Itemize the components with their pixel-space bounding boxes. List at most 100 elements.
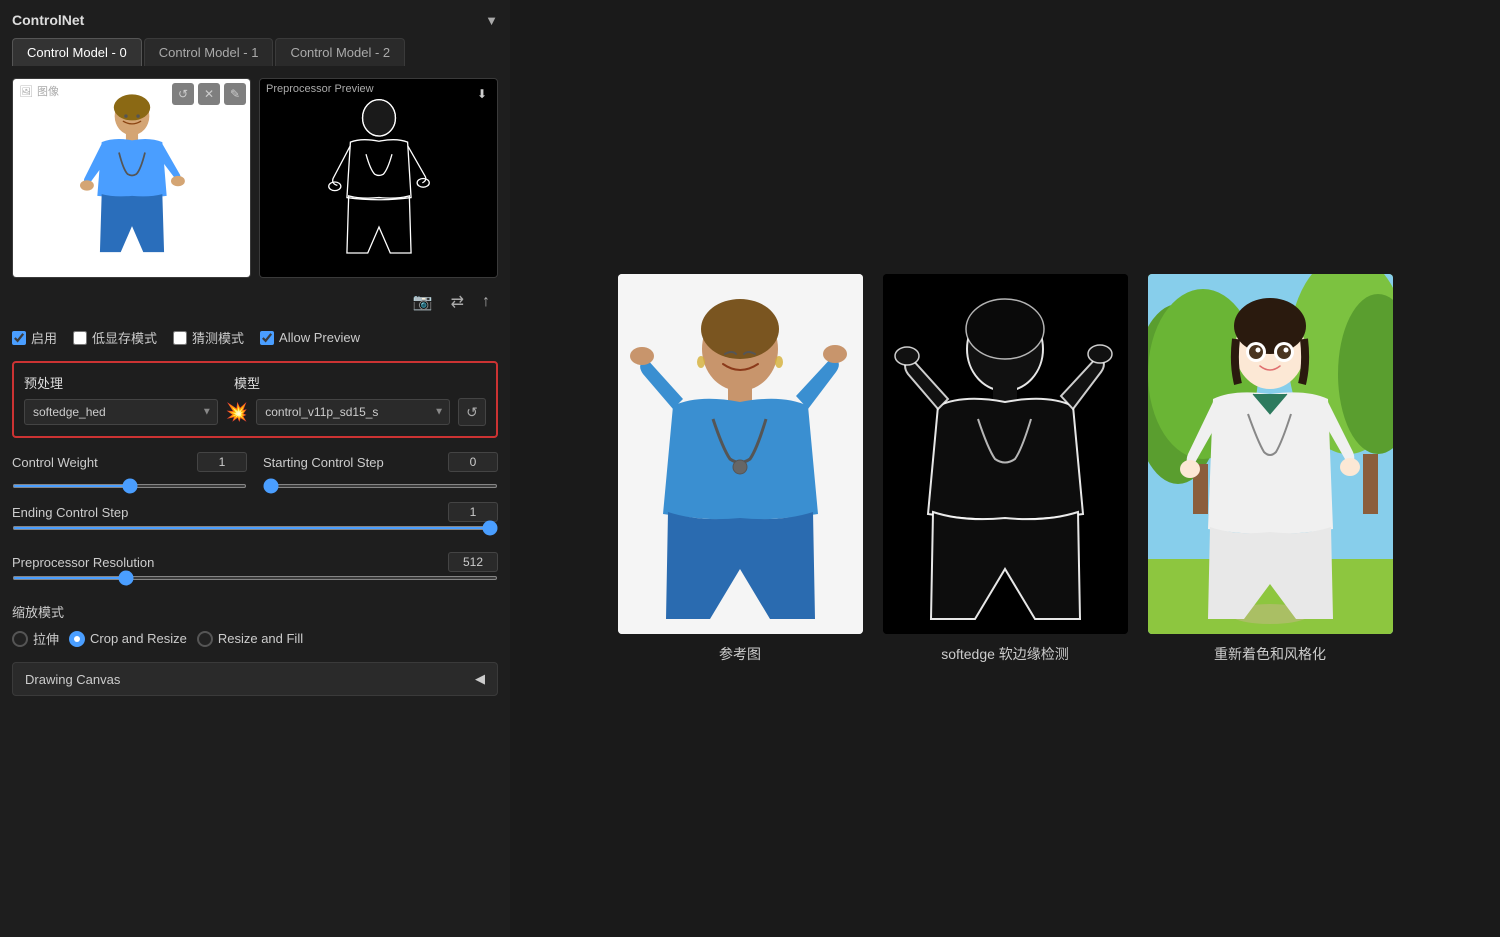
starting-step-section: Starting Control Step 0 xyxy=(263,452,498,498)
source-nurse-image xyxy=(13,79,250,277)
radio-resize-fill-label: Resize and Fill xyxy=(218,631,303,646)
outline-svg xyxy=(314,86,444,271)
model-select[interactable]: control_v11p_sd15_s control_v11p_sd15_so… xyxy=(256,399,450,425)
enable-checkbox-item[interactable]: 启用 xyxy=(12,328,57,347)
run-preprocessor-btn[interactable]: 💥 xyxy=(226,402,248,423)
gallery-image-1 xyxy=(883,274,1128,634)
source-image-box: 🖼 图像 ↺ ✕ ✎ xyxy=(12,78,251,278)
low-vram-checkbox[interactable] xyxy=(73,331,87,345)
scale-mode-radio-row: 拉伸 Crop and Resize Resize and Fill xyxy=(12,629,498,648)
gallery-image-2 xyxy=(1148,274,1393,634)
upload-btn[interactable]: ↑ xyxy=(478,288,494,316)
gallery-label-2: 重新着色和风格化 xyxy=(1214,644,1326,664)
image-icon: 🖼 xyxy=(19,85,33,98)
image-controls: ↺ ✕ ✎ xyxy=(172,83,246,105)
low-vram-checkbox-item[interactable]: 低显存模式 xyxy=(73,328,157,347)
nurse-svg xyxy=(67,86,197,271)
enable-checkbox[interactable] xyxy=(12,331,26,345)
gallery-anime-svg xyxy=(1148,274,1393,634)
gallery-softedge-svg xyxy=(883,274,1128,634)
preproc-res-value: 512 xyxy=(448,552,498,572)
preproc-res-slider[interactable] xyxy=(12,576,498,580)
download-preview-btn[interactable]: ⬇ xyxy=(471,83,493,105)
action-row: 📷 ⇄ ↑ xyxy=(12,288,498,316)
swap-btn[interactable]: ⇄ xyxy=(447,288,468,316)
ending-step-top: Ending Control Step 1 xyxy=(12,502,498,522)
control-weight-slider[interactable] xyxy=(12,484,247,488)
guess-mode-label: 猜测模式 xyxy=(192,328,244,347)
starting-step-slider[interactable] xyxy=(263,484,498,488)
preview-controls: ⬇ xyxy=(471,83,493,105)
radio-resize-fill[interactable]: Resize and Fill xyxy=(197,631,303,647)
preview-image-box: Preprocessor Preview ⬇ xyxy=(259,78,498,278)
refresh-image-btn[interactable]: ↺ xyxy=(172,83,194,105)
preproc-section-label: 预处理 xyxy=(24,373,234,392)
two-sliders-row: Control Weight 1 Starting Control Step 0 xyxy=(12,452,498,498)
gallery-nurse-photo-svg xyxy=(618,274,863,634)
guess-mode-checkbox-item[interactable]: 猜测模式 xyxy=(173,328,244,347)
gallery-item-2: 重新着色和风格化 xyxy=(1148,274,1393,664)
tab-model-1[interactable]: Control Model - 1 xyxy=(144,38,274,66)
starting-step-label: Starting Control Step xyxy=(263,455,384,470)
ending-step-value: 1 xyxy=(448,502,498,522)
checkboxes-row: 启用 低显存模式 猜测模式 Allow Preview xyxy=(12,328,498,347)
left-panel: ControlNet ▼ Control Model - 0 Control M… xyxy=(0,0,510,937)
preproc-model-inputs: softedge_hed softedge_hedsafe softedge_p… xyxy=(24,398,486,426)
panel-title: ControlNet xyxy=(12,12,84,28)
ending-step-label: Ending Control Step xyxy=(12,505,128,520)
preview-label: Preprocessor Preview xyxy=(266,83,374,95)
radio-stretch-label: 拉伸 xyxy=(33,629,59,648)
preproc-res-top: Preprocessor Resolution 512 xyxy=(12,552,498,572)
low-vram-label: 低显存模式 xyxy=(92,328,157,347)
allow-preview-label: Allow Preview xyxy=(279,330,360,345)
gallery-label-1: softedge 软边缘检测 xyxy=(941,644,1069,664)
ending-step-slider[interactable] xyxy=(12,526,498,530)
enable-label: 启用 xyxy=(31,328,57,347)
control-weight-top: Control Weight 1 xyxy=(12,452,247,472)
preprocessor-preview xyxy=(260,79,497,277)
image-label: 图像 xyxy=(37,83,59,99)
radio-stretch-circle xyxy=(12,631,28,647)
allow-preview-checkbox-item[interactable]: Allow Preview xyxy=(260,330,360,345)
tab-model-2[interactable]: Control Model - 2 xyxy=(275,38,405,66)
control-weight-section: Control Weight 1 xyxy=(12,452,247,498)
preproc-model-section: 预处理 模型 softedge_hed softedge_hedsafe sof… xyxy=(12,361,498,438)
gallery-row: 参考图 xyxy=(618,274,1393,664)
drawing-canvas-row[interactable]: Drawing Canvas ◀ xyxy=(12,662,498,696)
drawing-canvas-collapse-icon: ◀ xyxy=(475,671,485,687)
starting-step-value: 0 xyxy=(448,452,498,472)
gallery-label-0: 参考图 xyxy=(719,644,761,664)
images-row: 🖼 图像 ↺ ✕ ✎ xyxy=(12,78,498,278)
model-select-wrapper: control_v11p_sd15_s control_v11p_sd15_so… xyxy=(256,399,450,425)
camera-btn[interactable]: 📷 xyxy=(409,288,437,316)
radio-stretch[interactable]: 拉伸 xyxy=(12,629,59,648)
right-panel: 参考图 xyxy=(510,0,1500,937)
close-image-btn[interactable]: ✕ xyxy=(198,83,220,105)
panel-header: ControlNet ▼ xyxy=(12,12,498,28)
gallery-item-1: softedge 软边缘检测 xyxy=(883,274,1128,664)
edit-image-btn[interactable]: ✎ xyxy=(224,83,246,105)
radio-resize-fill-circle xyxy=(197,631,213,647)
scale-mode-section: 缩放模式 拉伸 Crop and Resize Resize and Fill xyxy=(12,602,498,662)
allow-preview-checkbox[interactable] xyxy=(260,331,274,345)
model-section-label: 模型 xyxy=(234,373,486,392)
scale-mode-label: 缩放模式 xyxy=(12,602,498,621)
control-weight-label: Control Weight xyxy=(12,455,98,470)
drawing-canvas-label: Drawing Canvas xyxy=(25,672,120,687)
radio-crop-resize-circle xyxy=(69,631,85,647)
preprocessor-select[interactable]: softedge_hed softedge_hedsafe softedge_p… xyxy=(24,399,218,425)
radio-crop-resize-label: Crop and Resize xyxy=(90,631,187,646)
collapse-icon[interactable]: ▼ xyxy=(485,13,498,28)
starting-step-top: Starting Control Step 0 xyxy=(263,452,498,472)
ending-step-section: Ending Control Step 1 xyxy=(12,502,498,540)
preprocessor-select-wrapper: softedge_hed softedge_hedsafe softedge_p… xyxy=(24,399,218,425)
preproc-model-labels: 预处理 模型 xyxy=(24,373,486,392)
gallery-image-0 xyxy=(618,274,863,634)
tab-model-0[interactable]: Control Model - 0 xyxy=(12,38,142,66)
gallery-item-0: 参考图 xyxy=(618,274,863,664)
refresh-model-btn[interactable]: ↺ xyxy=(458,398,486,426)
guess-mode-checkbox[interactable] xyxy=(173,331,187,345)
radio-crop-resize[interactable]: Crop and Resize xyxy=(69,631,187,647)
preproc-res-section: Preprocessor Resolution 512 xyxy=(12,552,498,590)
preproc-res-label: Preprocessor Resolution xyxy=(12,555,154,570)
